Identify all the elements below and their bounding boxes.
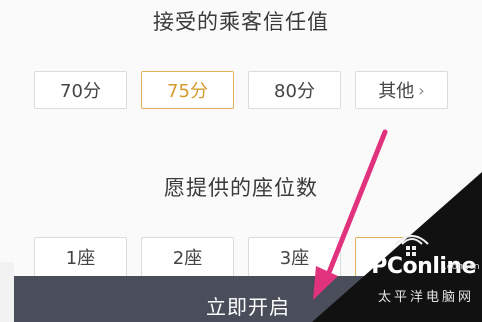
- seat-option-1[interactable]: 1座: [34, 237, 127, 277]
- watermark-subtitle: 太平洋电脑网: [377, 290, 474, 305]
- credit-option-75[interactable]: 75分: [141, 71, 234, 109]
- credit-option-80[interactable]: 80分: [248, 71, 341, 109]
- credit-option-other-label: 其他: [378, 81, 415, 102]
- passenger-credit-title: 接受的乘客信任值: [153, 10, 329, 34]
- credit-option-70[interactable]: 70分: [34, 71, 127, 109]
- watermark-domain: .com.cn: [444, 262, 480, 272]
- seat-option-2[interactable]: 2座: [141, 237, 234, 277]
- bottom-left-strip: [0, 262, 14, 322]
- seat-option-3[interactable]: 3座: [248, 237, 341, 277]
- app-screen: 接受的乘客信任值 70分 75分 80分 其他 › 愿提供的座位数 1座 2座 …: [0, 0, 482, 322]
- chevron-right-icon: ›: [418, 80, 425, 100]
- credit-option-other[interactable]: 其他 ›: [355, 71, 448, 109]
- seat-count-title: 愿提供的座位数: [164, 176, 318, 200]
